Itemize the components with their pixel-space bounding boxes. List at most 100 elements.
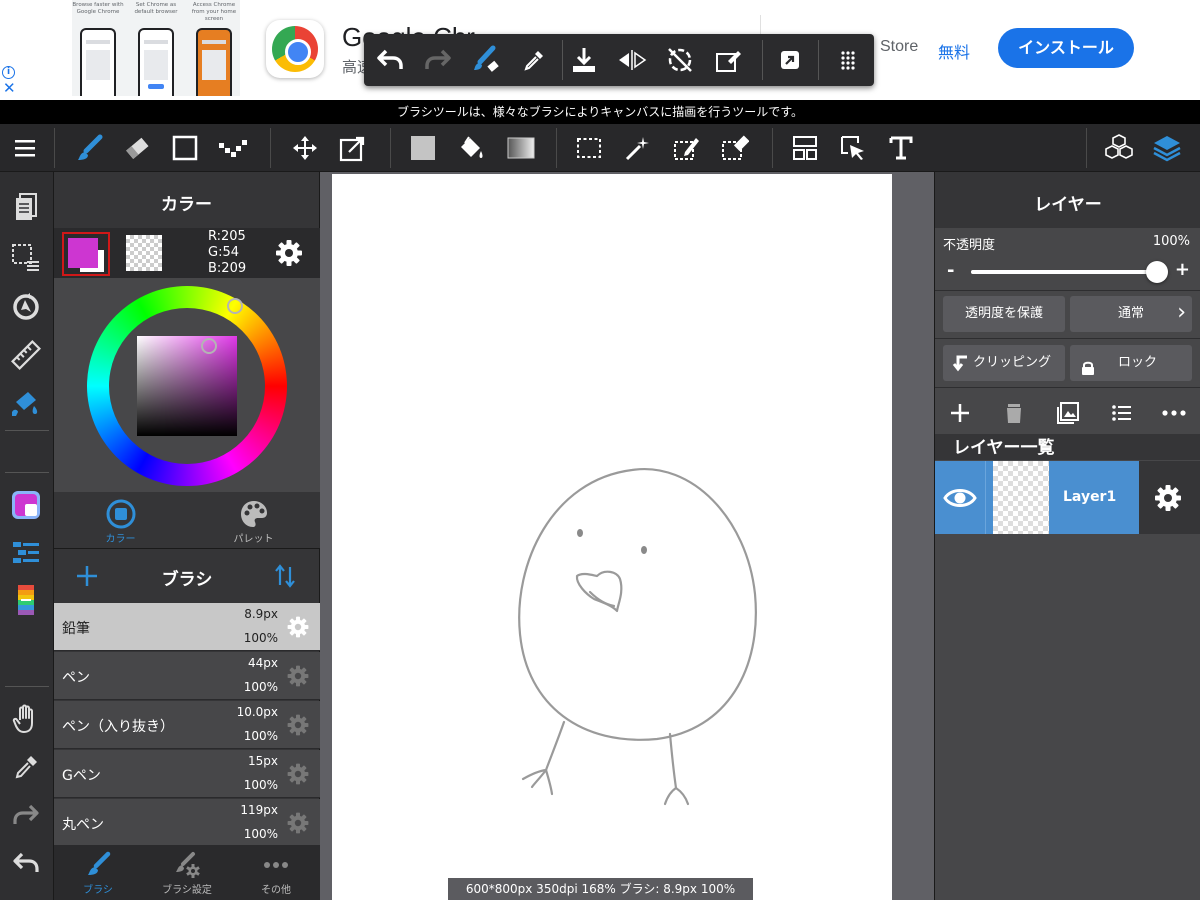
clipping-button[interactable]: クリッピング xyxy=(943,345,1065,381)
flip-horizontal-icon[interactable] xyxy=(614,42,650,78)
opacity-slider[interactable] xyxy=(971,261,1168,283)
lock-button[interactable]: ロック xyxy=(1070,345,1192,381)
rgb-r-value: R:205 xyxy=(208,229,246,244)
brush-item[interactable]: ペン 44px 100% xyxy=(54,652,320,700)
operation-icon[interactable] xyxy=(836,132,870,164)
brush-settings-gear-icon[interactable] xyxy=(286,615,310,639)
tab-palette[interactable]: パレット xyxy=(187,496,320,548)
brush-opacity: 100% xyxy=(243,631,278,645)
brush-name: Gペン xyxy=(62,768,101,784)
color-icon[interactable] xyxy=(9,488,43,522)
layer-panel: レイヤー 不透明度 100% - + 透明度を保護 通常 › クリッピング ロッ… xyxy=(934,172,1200,900)
protect-alpha-button[interactable]: 透明度を保護 xyxy=(943,296,1065,332)
filter-icon[interactable] xyxy=(9,386,43,420)
brush-eraser-toggle-icon[interactable] xyxy=(468,42,504,78)
tool-tip-bar: ブラシツールは、様々なブラシによりキャンバスに描画を行うツールです。 xyxy=(0,100,1200,124)
layer-settings-gear-icon[interactable] xyxy=(1153,483,1183,513)
eyedropper-icon[interactable] xyxy=(516,42,552,78)
duplicate-layer-icon[interactable] xyxy=(1055,400,1081,426)
layer-list-icon[interactable] xyxy=(1109,400,1135,426)
brush-list-icon[interactable] xyxy=(9,536,43,570)
eraser-icon[interactable] xyxy=(120,132,154,164)
undo-icon[interactable] xyxy=(9,846,43,880)
menu-icon[interactable] xyxy=(8,132,42,164)
transparent-color-swatch[interactable] xyxy=(126,235,162,271)
redo-icon[interactable] xyxy=(9,798,43,832)
ad-close-icon[interactable]: ✕ xyxy=(3,80,16,96)
rotate-reset-icon[interactable] xyxy=(662,42,698,78)
ad-install-button[interactable]: インストール xyxy=(998,28,1134,68)
dotted-line-icon[interactable] xyxy=(216,132,250,164)
layout-icon[interactable] xyxy=(788,132,822,164)
materials-icon[interactable] xyxy=(1102,132,1136,164)
layers-icon[interactable] xyxy=(1150,132,1184,164)
text-icon[interactable] xyxy=(884,132,918,164)
clipping-label: クリッピング xyxy=(973,355,1052,370)
trash-icon[interactable] xyxy=(1001,400,1027,426)
brush-name: ペン xyxy=(62,670,90,686)
brush-settings-gear-icon[interactable] xyxy=(286,811,310,835)
strip-divider xyxy=(5,430,49,431)
color-panel-title: カラー xyxy=(161,195,212,215)
select-eraser-icon[interactable] xyxy=(718,132,752,164)
snap-icon[interactable] xyxy=(9,290,43,324)
move-icon[interactable] xyxy=(288,132,322,164)
opacity-decrease-button[interactable]: - xyxy=(947,260,954,281)
tab-other[interactable]: その他 xyxy=(232,851,320,896)
brush-item[interactable]: 丸ペン 119px 100% xyxy=(54,799,320,847)
tab-brush-settings[interactable]: ブラシ設定 xyxy=(143,851,231,896)
brush-item[interactable]: 鉛筆 8.9px 100% xyxy=(54,603,320,651)
opacity-increase-button[interactable]: + xyxy=(1175,259,1190,280)
eye-icon[interactable] xyxy=(943,483,977,513)
foreground-background-swatch[interactable] xyxy=(62,232,110,276)
undo-icon[interactable] xyxy=(372,42,408,78)
pages-icon[interactable] xyxy=(9,190,43,224)
ruler-icon[interactable] xyxy=(9,338,43,372)
fullscreen-exit-icon[interactable] xyxy=(772,42,808,78)
grid-menu-icon[interactable] xyxy=(830,42,866,78)
select-pen-icon[interactable] xyxy=(670,132,704,164)
hue-wheel[interactable] xyxy=(87,286,287,486)
layer-row[interactable]: Layer1 xyxy=(935,461,1200,534)
layer-name: Layer1 xyxy=(1063,489,1117,505)
gradient-icon[interactable] xyxy=(504,132,538,164)
color-settings-gear-icon[interactable] xyxy=(274,238,304,268)
fill-color-icon[interactable] xyxy=(406,132,440,164)
brush-panel-header: ブラシ xyxy=(54,549,320,603)
rectangle-icon[interactable] xyxy=(168,132,202,164)
selection-menu-icon[interactable] xyxy=(9,240,43,274)
tab-brush-label: ブラシ xyxy=(83,885,113,896)
bucket-icon[interactable] xyxy=(454,132,488,164)
ad-info-icon[interactable]: i xyxy=(2,66,15,79)
sort-brush-icon[interactable] xyxy=(272,563,298,589)
save-icon[interactable] xyxy=(566,42,602,78)
select-rect-icon[interactable] xyxy=(572,132,606,164)
foreground-color[interactable] xyxy=(68,238,98,268)
brush-panel: ブラシ 鉛筆 8.9px 100% ペン 44px 100% ペン（入り抜き） 10.0px 1… xyxy=(54,548,320,900)
tab-color[interactable]: カラー xyxy=(54,496,187,548)
sv-cursor[interactable] xyxy=(201,338,217,354)
brush-icon[interactable] xyxy=(72,132,106,164)
tab-brush[interactable]: ブラシ xyxy=(54,851,142,896)
palette-icon[interactable] xyxy=(9,584,43,618)
clear-selection-icon[interactable] xyxy=(710,42,746,78)
brush-settings-gear-icon[interactable] xyxy=(286,762,310,786)
hand-icon[interactable] xyxy=(9,702,43,736)
canvas-area: 600*800px 350dpi 168% ブラシ: 8.9px 100% xyxy=(320,172,934,900)
brush-settings-gear-icon[interactable] xyxy=(286,664,310,688)
brush-settings-gear-icon[interactable] xyxy=(286,713,310,737)
eyedropper-icon[interactable] xyxy=(9,750,43,784)
blend-mode-button[interactable]: 通常 › xyxy=(1070,296,1192,332)
brush-item[interactable]: ペン（入り抜き） 10.0px 100% xyxy=(54,701,320,749)
add-layer-icon[interactable] xyxy=(947,400,973,426)
saturation-value-square[interactable] xyxy=(137,336,237,436)
transform-icon[interactable] xyxy=(336,132,370,164)
hue-cursor[interactable] xyxy=(227,298,243,314)
more-icon[interactable] xyxy=(1161,400,1187,426)
magic-wand-icon[interactable] xyxy=(620,132,654,164)
brush-item[interactable]: Gペン 15px 100% xyxy=(54,750,320,798)
drawing-canvas[interactable] xyxy=(332,174,892,900)
tab-other-label: その他 xyxy=(261,885,291,896)
redo-icon[interactable] xyxy=(420,42,456,78)
opacity-slider-knob[interactable] xyxy=(1146,261,1168,283)
